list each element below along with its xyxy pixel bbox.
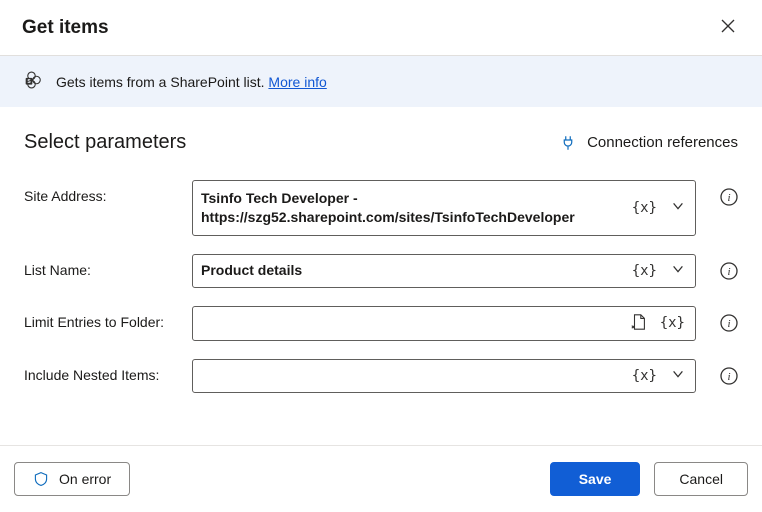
row-limit-folder: Limit Entries to Folder: {x} i [24, 306, 738, 341]
svg-text:i: i [727, 318, 730, 330]
list-name-label: List Name: [24, 254, 180, 278]
include-nested-label: Include Nested Items: [24, 359, 180, 383]
on-error-button[interactable]: On error [14, 462, 130, 496]
info-icon: i [720, 262, 738, 280]
info-icon: i [720, 367, 738, 385]
cancel-button[interactable]: Cancel [654, 462, 748, 496]
file-picker-icon [630, 313, 648, 331]
list-name-value: Product details [201, 261, 620, 280]
info-icon: i [720, 314, 738, 332]
more-info-link[interactable]: More info [268, 74, 326, 90]
svg-text:i: i [727, 266, 730, 278]
dropdown-button[interactable] [669, 262, 687, 279]
connection-references-label: Connection references [587, 134, 738, 151]
dialog-footer: On error Save Cancel [0, 445, 762, 512]
on-error-label: On error [59, 471, 111, 487]
svg-text:i: i [727, 371, 730, 383]
row-include-nested: Include Nested Items: {x} i [24, 359, 738, 393]
info-button[interactable]: i [720, 367, 738, 385]
close-icon [720, 18, 736, 34]
include-nested-input[interactable]: {x} [192, 359, 696, 393]
shield-icon [33, 471, 49, 487]
info-button[interactable]: i [720, 188, 738, 206]
limit-folder-input[interactable]: {x} [192, 306, 696, 341]
dialog-header: Get items [0, 0, 762, 55]
info-icon: i [720, 188, 738, 206]
save-button[interactable]: Save [550, 462, 641, 496]
info-banner: S Gets items from a SharePoint list. Mor… [0, 56, 762, 107]
info-text-wrap: Gets items from a SharePoint list. More … [56, 74, 327, 90]
fx-token-button[interactable]: {x} [658, 315, 687, 331]
connection-references-button[interactable]: Connection references [559, 134, 738, 152]
plug-icon [559, 134, 577, 152]
close-button[interactable] [716, 14, 740, 41]
info-text: Gets items from a SharePoint list. [56, 74, 265, 90]
list-name-input[interactable]: Product details {x} [192, 254, 696, 288]
site-address-label: Site Address: [24, 180, 180, 204]
fx-token-button[interactable]: {x} [630, 368, 659, 384]
folder-picker-button[interactable] [630, 313, 648, 334]
fx-token-button[interactable]: {x} [630, 263, 659, 279]
chevron-down-icon [671, 367, 685, 381]
info-button[interactable]: i [720, 262, 738, 280]
info-button[interactable]: i [720, 314, 738, 332]
section-title: Select parameters [24, 131, 186, 154]
chevron-down-icon [671, 199, 685, 213]
dropdown-button[interactable] [669, 367, 687, 384]
limit-folder-label: Limit Entries to Folder: [24, 306, 180, 330]
sharepoint-icon: S [24, 70, 44, 93]
site-address-input[interactable]: Tsinfo Tech Developer - https://szg52.sh… [192, 180, 696, 236]
fx-token-button[interactable]: {x} [630, 200, 659, 216]
svg-text:i: i [727, 192, 730, 204]
row-list-name: List Name: Product details {x} i [24, 254, 738, 288]
dialog-title: Get items [22, 17, 109, 39]
dropdown-button[interactable] [669, 199, 687, 216]
chevron-down-icon [671, 262, 685, 276]
row-site-address: Site Address: Tsinfo Tech Developer - ht… [24, 180, 738, 236]
site-address-value: Tsinfo Tech Developer - https://szg52.sh… [201, 189, 620, 227]
content-area: Select parameters Connection references … [0, 107, 762, 419]
section-header: Select parameters Connection references [24, 131, 738, 154]
